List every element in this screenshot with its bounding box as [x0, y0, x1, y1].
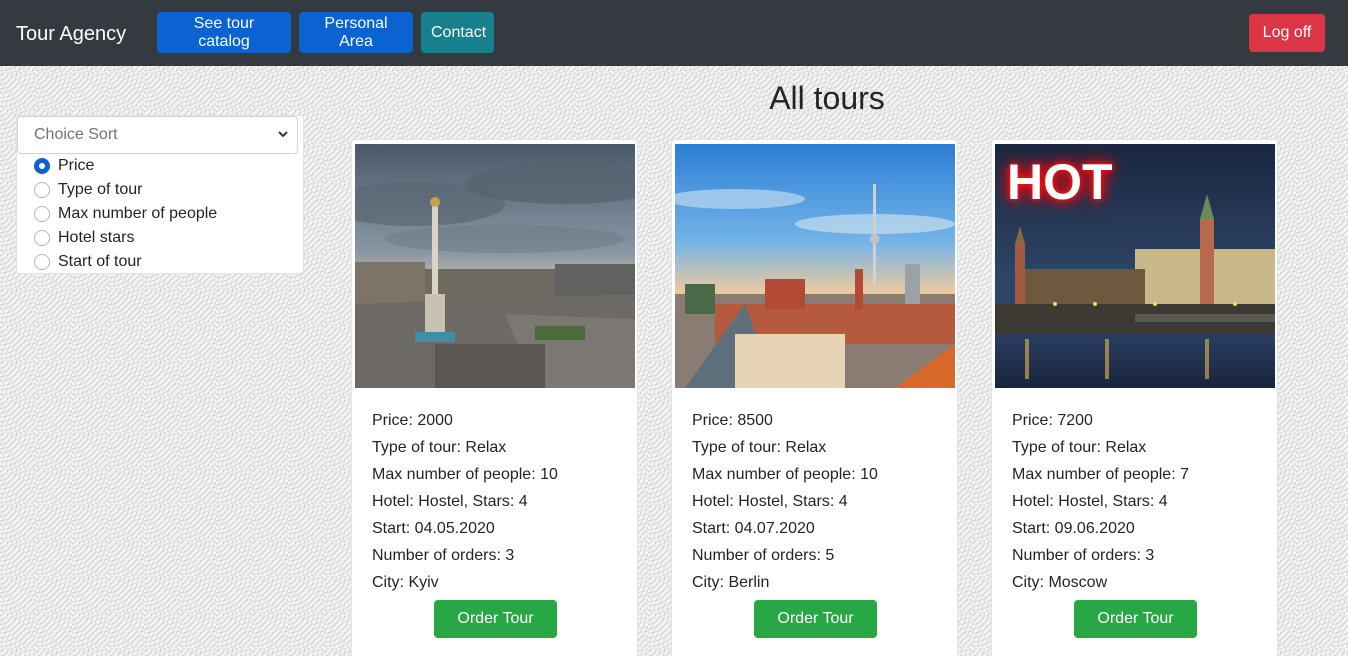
tour-orders: Number of orders: 5 [692, 547, 835, 564]
tour-max-people: Max number of people: 10 [692, 466, 878, 483]
sort-select[interactable]: Choice Sort [17, 116, 298, 154]
tour-price: Price: 8500 [692, 412, 773, 429]
chevron-down-icon [277, 117, 289, 167]
tour-max-people: Max number of people: 10 [372, 466, 558, 483]
radio-price[interactable] [34, 158, 50, 174]
tour-price: Price: 7200 [1012, 412, 1093, 429]
tour-type: Type of tour: Relax [1012, 439, 1147, 456]
radio-hotel-stars[interactable] [34, 230, 50, 246]
tour-image-berlin[interactable] [675, 144, 955, 388]
sort-panel: Choice Sort Price Type of tour Max numbe… [16, 115, 304, 274]
tour-type: Type of tour: Relax [372, 439, 507, 456]
tour-card-berlin: Price: 8500 Type of tour: Relax Max numb… [671, 139, 958, 656]
tour-card-kyiv: Price: 2000 Type of tour: Relax Max numb… [351, 139, 638, 656]
order-tour-button[interactable]: Order Tour [434, 600, 557, 638]
order-tour-button[interactable]: Order Tour [754, 600, 877, 638]
personal-area-button[interactable]: Personal Area [299, 12, 413, 53]
tour-start: Start: 09.06.2020 [1012, 520, 1135, 537]
tour-city: City: Berlin [692, 574, 770, 591]
tour-city: City: Kyiv [372, 574, 439, 591]
tour-max-people: Max number of people: 7 [1012, 466, 1189, 483]
tour-hotel: Hotel: Hostel, Stars: 4 [372, 493, 528, 510]
tour-image-moscow[interactable]: HOT [995, 144, 1275, 388]
tour-start: Start: 04.07.2020 [692, 520, 815, 537]
tour-hotel: Hotel: Hostel, Stars: 4 [692, 493, 848, 510]
sort-option-label: Max number of people [58, 205, 218, 222]
brand-title[interactable]: Tour Agency [16, 20, 126, 48]
radio-max-people[interactable] [34, 206, 50, 222]
order-tour-button[interactable]: Order Tour [1074, 600, 1197, 638]
sort-select-placeholder: Choice Sort [34, 126, 118, 143]
tour-city: City: Moscow [1012, 574, 1108, 591]
tour-orders: Number of orders: 3 [1012, 547, 1155, 564]
tour-card-moscow: HOT Price: 7200 Type of tour: Relax Max … [991, 139, 1278, 656]
contact-button[interactable]: Contact [421, 12, 494, 53]
sort-option-label: Start of tour [58, 253, 142, 270]
tour-price: Price: 2000 [372, 412, 453, 429]
tour-catalog-button[interactable]: See tour catalog [157, 12, 291, 53]
log-off-button[interactable]: Log off [1249, 14, 1325, 52]
tour-type: Type of tour: Relax [692, 439, 827, 456]
tour-orders: Number of orders: 3 [372, 547, 515, 564]
tour-start: Start: 04.05.2020 [372, 520, 495, 537]
sort-option-label: Price [58, 157, 95, 174]
navbar: Tour Agency See tour catalog Personal Ar… [0, 0, 1348, 66]
tour-hotel: Hotel: Hostel, Stars: 4 [1012, 493, 1168, 510]
sort-option-label: Type of tour [58, 181, 143, 198]
tour-image-kyiv[interactable] [355, 144, 635, 388]
radio-start[interactable] [34, 254, 50, 270]
sort-option-label: Hotel stars [58, 229, 135, 246]
radio-type[interactable] [34, 182, 50, 198]
hot-badge: HOT [1007, 154, 1113, 210]
page-title: All tours [769, 80, 885, 116]
